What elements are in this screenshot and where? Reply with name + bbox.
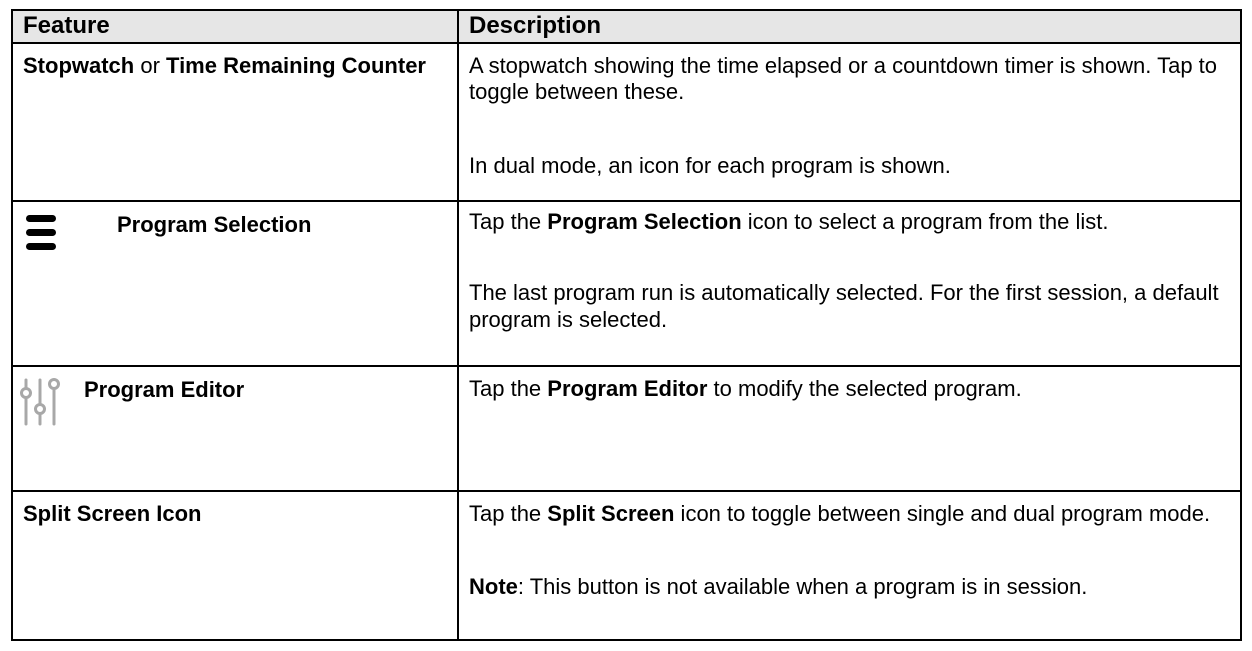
feature-label: Program Editor: [84, 377, 245, 402]
feature-cell: Stopwatch or Time Remaining Counter: [11, 42, 459, 202]
feature-cell: Split Screen Icon: [11, 490, 459, 641]
feature-label: Split Screen Icon: [23, 501, 202, 526]
feature-table: Feature Description Stopwatch or Time Re…: [11, 9, 1242, 641]
header-description: Description: [457, 9, 1242, 44]
table-row: Program Selection Tap the Program Select…: [11, 200, 1242, 367]
header-feature: Feature: [11, 9, 459, 44]
description-cell: Tap the Split Screen icon to toggle betw…: [457, 490, 1242, 641]
table-row: Split Screen Icon Tap the Split Screen i…: [11, 490, 1242, 641]
description-cell: A stopwatch showing the time elapsed or …: [457, 42, 1242, 202]
description-cell: Tap the Program Editor to modify the sel…: [457, 365, 1242, 492]
sliders-icon: [20, 376, 68, 440]
table-row: Program Editor Tap the Program Editor to…: [11, 365, 1242, 492]
description-paragraph: The last program run is automatically se…: [469, 280, 1219, 332]
description-paragraph: Tap the Split Screen icon to toggle betw…: [469, 501, 1211, 526]
description-paragraph: In dual mode, an icon for each program i…: [469, 152, 951, 178]
description-paragraph: Tap the Program Selection icon to select…: [469, 209, 1109, 234]
feature-cell: Program Editor: [11, 365, 459, 492]
description-paragraph: A stopwatch showing the time elapsed or …: [469, 53, 1218, 105]
description-cell: Tap the Program Selection icon to select…: [457, 200, 1242, 367]
note-paragraph: Note: This button is not available when …: [469, 574, 1088, 600]
table-header-row: Feature Description: [11, 9, 1242, 44]
feature-cell: Program Selection: [11, 200, 459, 367]
description-paragraph: Tap the Program Editor to modify the sel…: [469, 376, 1022, 401]
table-row: Stopwatch or Time Remaining Counter A st…: [11, 42, 1242, 202]
menu-icon: [23, 209, 90, 266]
feature-label: Program Selection: [117, 212, 312, 237]
feature-stopwatch: Stopwatch or Time Remaining Counter: [23, 53, 426, 78]
